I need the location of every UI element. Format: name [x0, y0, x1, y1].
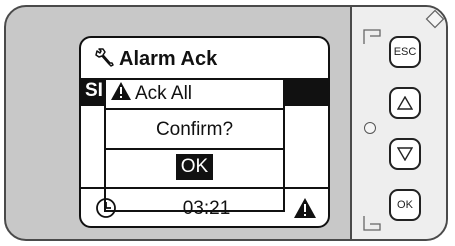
panel-bracket-top-icon	[363, 29, 381, 44]
warning-icon	[110, 81, 132, 107]
dialog-ok-row: OK	[106, 150, 283, 184]
lcd-display: Alarm Ack SI Ack All Confirm? OK 03:21	[79, 36, 330, 228]
up-key[interactable]	[389, 87, 421, 119]
screen-title: Alarm Ack	[119, 47, 218, 70]
ok-key[interactable]: OK	[389, 189, 421, 221]
down-key[interactable]	[389, 138, 421, 170]
ok-key-label: OK	[397, 199, 413, 211]
dialog-ok-button[interactable]: OK	[175, 154, 214, 180]
screen-title-row: Alarm Ack	[95, 46, 217, 72]
dialog-message: Confirm?	[155, 119, 234, 140]
status-bar: 03:21	[81, 187, 328, 226]
alarm-warning-icon	[293, 197, 317, 224]
esc-key-label: ESC	[393, 46, 417, 58]
dialog-title-row: Ack All	[106, 80, 283, 110]
panel-bracket-bottom-icon	[363, 216, 381, 231]
dialog-title: Ack All	[135, 83, 193, 104]
triangle-up-icon	[397, 96, 413, 110]
header-label: SI	[85, 80, 103, 101]
status-led	[364, 122, 376, 134]
wrench-icon	[95, 46, 117, 73]
dialog-message-row: Confirm?	[106, 112, 283, 150]
corner-diamond-icon	[425, 9, 445, 29]
triangle-down-icon	[397, 147, 413, 161]
esc-key[interactable]: ESC	[389, 36, 421, 68]
